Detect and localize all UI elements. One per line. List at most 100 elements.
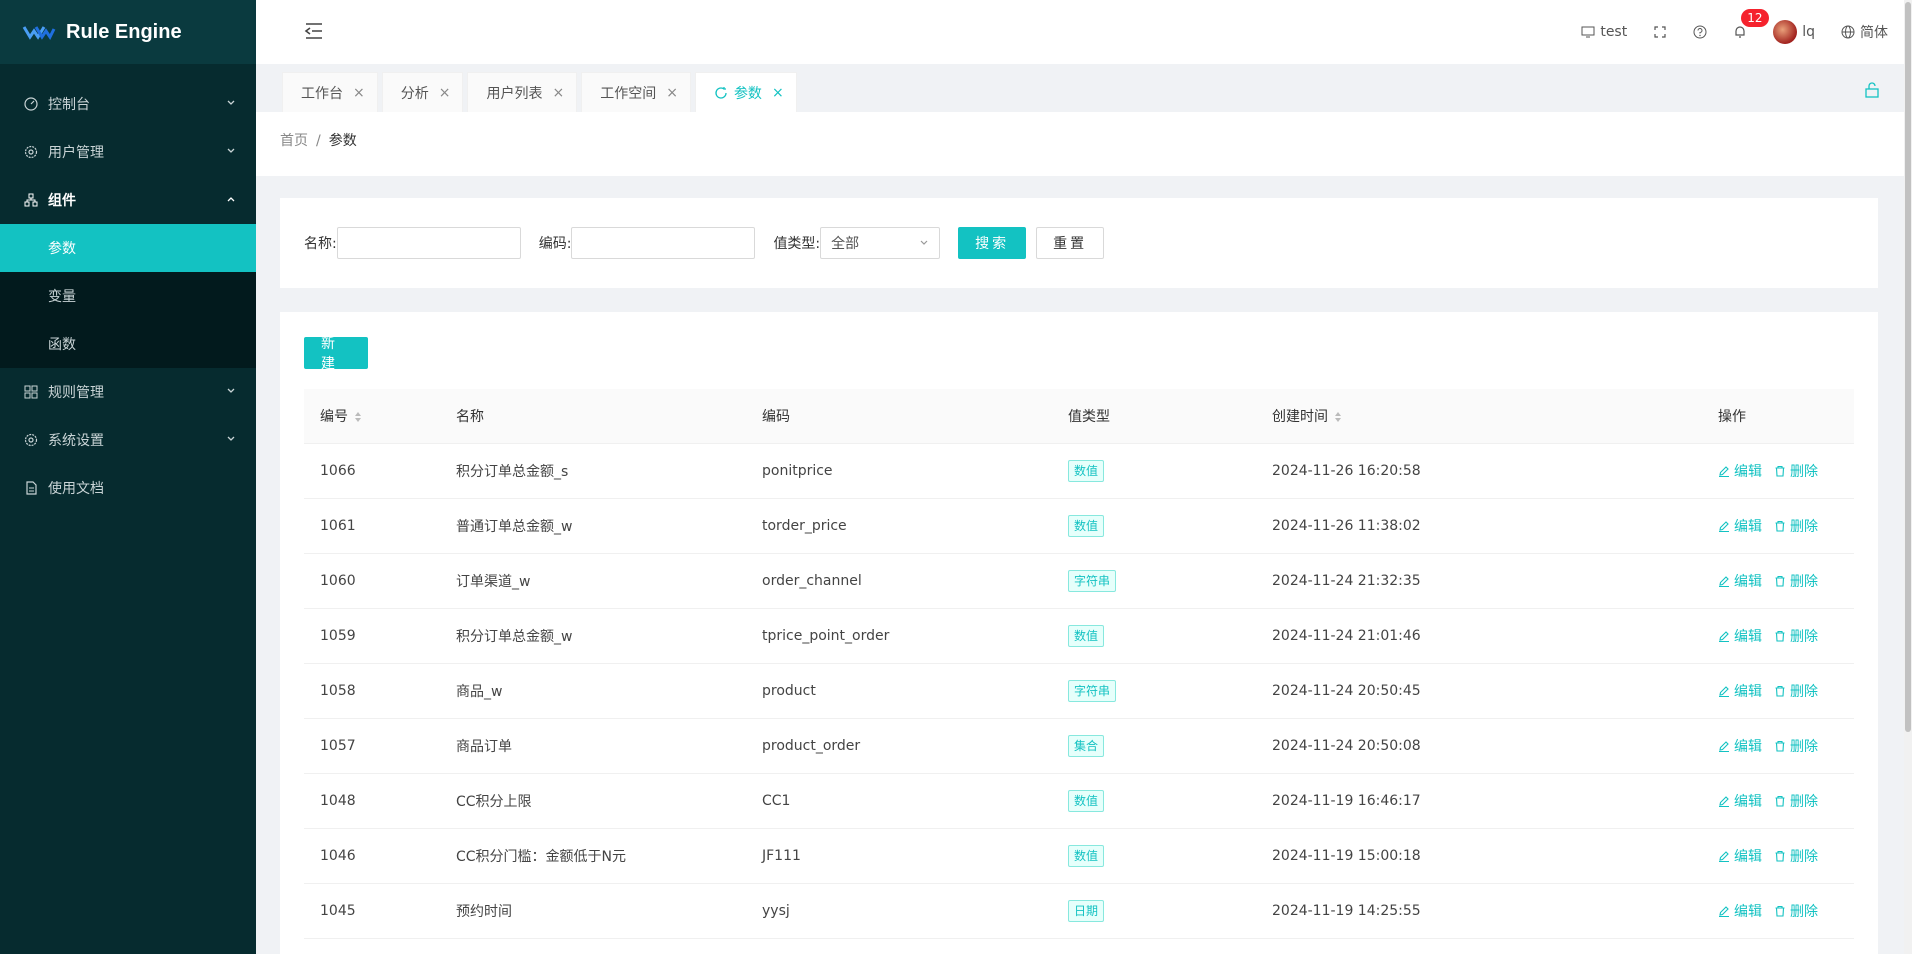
- tab-analysis[interactable]: 分析 ×: [381, 72, 464, 112]
- edit-button[interactable]: 编辑: [1718, 681, 1762, 701]
- sort-icon[interactable]: [1334, 411, 1342, 423]
- cell-created: 2024-11-24 21:01:46: [1256, 608, 1702, 664]
- reload-icon[interactable]: [714, 86, 728, 100]
- type-tag: 集合: [1068, 734, 1105, 757]
- sidebar-item-label: 变量: [48, 289, 76, 305]
- sidebar-item-components[interactable]: 组件: [0, 176, 256, 224]
- language-switch[interactable]: 简体: [1841, 22, 1888, 42]
- edit-button[interactable]: 编辑: [1718, 791, 1762, 811]
- close-icon[interactable]: ×: [666, 85, 678, 101]
- top-header: test 12 lq 简体: [256, 0, 1912, 64]
- edit-button[interactable]: 编辑: [1718, 901, 1762, 921]
- gear-icon: [24, 145, 38, 159]
- tab-workspace[interactable]: 工作空间 ×: [581, 72, 691, 112]
- col-created[interactable]: 创建时间: [1256, 389, 1702, 444]
- table-row: 1058 商品_w product 字符串 2024-11-24 20:50:45 编辑 删…: [304, 663, 1854, 719]
- gear-icon: [24, 433, 38, 447]
- chevron-down-icon: [227, 436, 235, 441]
- col-actions: 操作: [1702, 389, 1854, 444]
- fullscreen-button[interactable]: [1653, 25, 1667, 39]
- edit-button[interactable]: 编辑: [1718, 736, 1762, 756]
- table-row: 1066 积分订单总金额_s ponitprice 数值 2024-11-26 16:2…: [304, 443, 1854, 499]
- app-name: Rule Engine: [66, 20, 182, 43]
- edit-button[interactable]: 编辑: [1718, 461, 1762, 481]
- cluster-icon: [24, 193, 38, 207]
- sidebar-item-params[interactable]: 参数: [0, 224, 256, 272]
- table-row: 1048 CC积分上限 CC1 数值 2024-11-19 16:46:17 编辑 删除: [304, 773, 1854, 829]
- edit-label: 编辑: [1734, 738, 1762, 755]
- chevron-up-icon: [227, 197, 235, 202]
- edit-button[interactable]: 编辑: [1718, 626, 1762, 646]
- delete-button[interactable]: 删除: [1774, 681, 1818, 701]
- edit-button[interactable]: 编辑: [1718, 516, 1762, 536]
- sidebar-menu: 控制台 用户管理 组件 参数 变量 函数 规则管理 系统设置 使用文档: [0, 80, 256, 512]
- lock-icon[interactable]: [1864, 82, 1880, 98]
- breadcrumb-home[interactable]: 首页: [280, 133, 308, 149]
- sidebar-item-docs[interactable]: 使用文档: [0, 464, 256, 512]
- delete-button[interactable]: 删除: [1774, 846, 1818, 866]
- col-name: 名称: [440, 389, 746, 444]
- name-input[interactable]: [336, 227, 521, 259]
- user-menu[interactable]: lq: [1773, 20, 1815, 44]
- logo[interactable]: Rule Engine: [0, 0, 256, 64]
- code-input[interactable]: [571, 227, 756, 259]
- close-icon[interactable]: ×: [439, 85, 451, 101]
- cell-name: 订单渠道_w: [440, 553, 746, 609]
- menu-fold-icon[interactable]: [304, 22, 324, 40]
- tab-workbench[interactable]: 工作台 ×: [282, 72, 378, 112]
- sidebar-item-variables[interactable]: 变量: [0, 272, 256, 320]
- cell-type: 日期: [1052, 883, 1256, 939]
- delete-button[interactable]: 删除: [1774, 626, 1818, 646]
- sidebar-item-settings[interactable]: 系统设置: [0, 416, 256, 464]
- page-tabs: 工作台 × 分析 × 用户列表 × 工作空间 × 参数 ×: [256, 64, 1912, 112]
- edit-button[interactable]: 编辑: [1718, 846, 1762, 866]
- tab-user-list[interactable]: 用户列表 ×: [467, 72, 578, 112]
- sidebar-item-functions[interactable]: 函数: [0, 320, 256, 368]
- tab-label: 工作空间: [600, 85, 657, 102]
- params-table-card: 新建 编号 名称 编码 值类型 创建时间 操作 1066 积分订单总金额_s pon…: [280, 312, 1878, 954]
- sidebar-item-dashboard[interactable]: 控制台: [0, 80, 256, 128]
- delete-button[interactable]: 删除: [1774, 901, 1818, 921]
- delete-button[interactable]: 删除: [1774, 516, 1818, 536]
- sidebar-item-rules[interactable]: 规则管理: [0, 368, 256, 416]
- col-id[interactable]: 编号: [304, 389, 440, 444]
- cell-code: JF111: [746, 828, 1052, 884]
- close-icon[interactable]: ×: [353, 85, 365, 101]
- cell-actions: 编辑 删除: [1702, 773, 1854, 829]
- notification-button[interactable]: 12: [1733, 9, 1769, 39]
- tab-params[interactable]: 参数 ×: [694, 72, 797, 112]
- sidebar-item-users[interactable]: 用户管理: [0, 128, 256, 176]
- close-icon[interactable]: ×: [772, 85, 784, 101]
- delete-button[interactable]: 删除: [1774, 791, 1818, 811]
- edit-button[interactable]: 编辑: [1718, 571, 1762, 591]
- close-icon[interactable]: ×: [552, 85, 564, 101]
- search-button[interactable]: 搜索: [958, 227, 1027, 259]
- cell-created: 2024-11-19 16:46:17: [1256, 773, 1702, 829]
- env-switch[interactable]: test: [1581, 24, 1627, 40]
- delete-button[interactable]: 删除: [1774, 461, 1818, 481]
- new-button[interactable]: 新建: [304, 336, 368, 372]
- submenu-components: 参数 变量 函数: [0, 224, 256, 368]
- tab-label: 参数: [733, 85, 762, 102]
- delete-button[interactable]: 删除: [1774, 571, 1818, 591]
- cell-type: 字符串: [1052, 663, 1256, 719]
- delete-label: 删除: [1790, 683, 1818, 700]
- sidebar-item-label: 函数: [48, 337, 76, 353]
- cell-actions: 编辑 删除: [1702, 718, 1854, 774]
- sort-icon[interactable]: [354, 411, 362, 423]
- page-scrollbar[interactable]: [1904, 0, 1912, 954]
- type-select-value: 全部: [831, 236, 860, 252]
- header-actions: test 12 lq 简体: [1581, 0, 1888, 64]
- type-select[interactable]: 全部: [820, 227, 941, 259]
- help-button[interactable]: [1693, 25, 1707, 39]
- cell-type: 数值: [1052, 608, 1256, 664]
- cell-type: 数值: [1052, 773, 1256, 829]
- delete-button[interactable]: 删除: [1774, 736, 1818, 756]
- scrollbar-thumb[interactable]: [1905, 2, 1911, 732]
- edit-icon: [1719, 795, 1729, 807]
- cell-id: 1057: [304, 718, 440, 774]
- cell-code: CC1: [746, 773, 1052, 829]
- type-tag: 数值: [1068, 459, 1105, 482]
- sidebar-item-label: 组件: [48, 193, 76, 209]
- reset-button[interactable]: 重置: [1036, 227, 1105, 259]
